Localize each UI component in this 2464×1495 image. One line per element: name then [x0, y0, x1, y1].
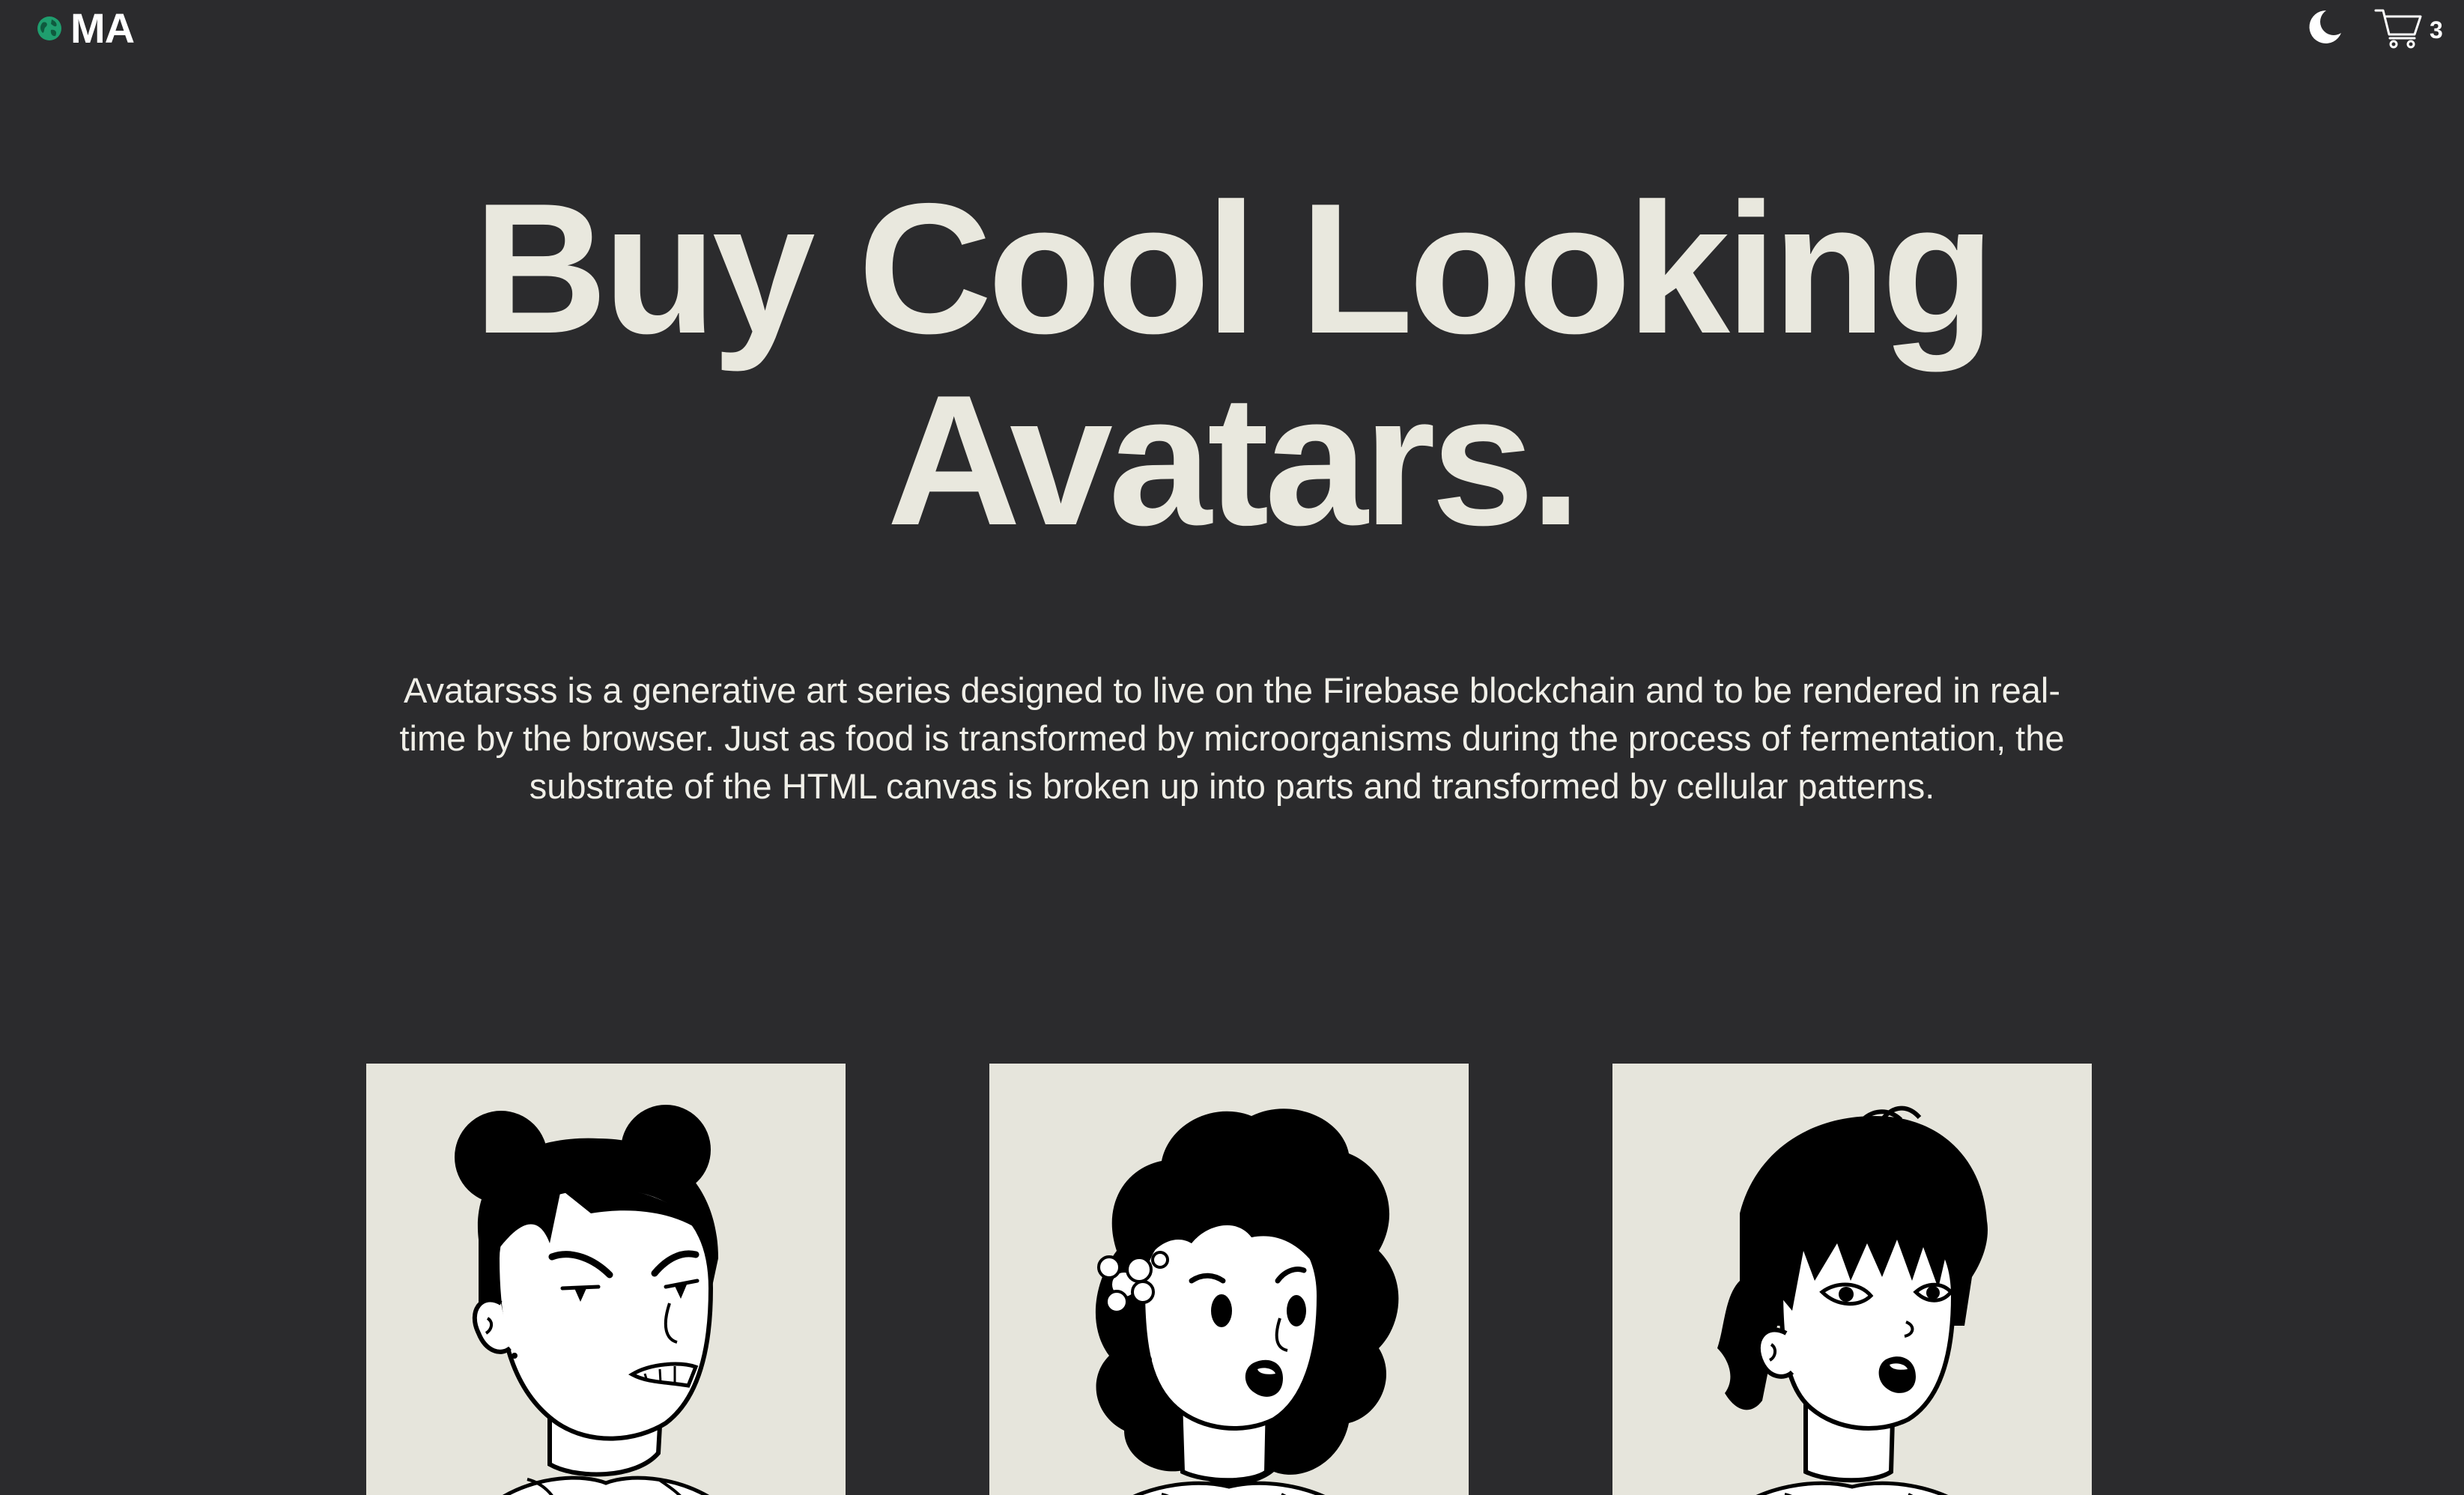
avatar-card-curly-hair[interactable] [989, 1064, 1469, 1495]
cart-count-badge: 3 [2430, 16, 2443, 43]
hero-title-line-2: Avatars. [887, 356, 1582, 564]
brand-text: MA [70, 4, 135, 52]
top-nav: MA 3 [0, 0, 2464, 60]
page: MA 3 Buy Cool Looking Avatars. Avatarsss… [0, 0, 2464, 1495]
brand-link[interactable]: MA [36, 4, 135, 52]
avatar-card-short-hair[interactable] [1612, 1064, 2092, 1495]
hero-description: Avatarsss is a generative art series des… [399, 670, 2065, 806]
avatar-card-bun-hair[interactable] [366, 1064, 846, 1495]
globe-icon [37, 16, 61, 40]
hero-title: Buy Cool Looking Avatars. [0, 172, 2464, 556]
cart-button[interactable]: 3 [2374, 6, 2443, 51]
avatar-grid [0, 1064, 2464, 1495]
hero-title-line-1: Buy Cool Looking [473, 164, 1995, 372]
avatar-short-hair-illustration [1717, 1106, 1988, 1495]
theme-toggle-button[interactable] [2301, 4, 2346, 49]
moon-icon [2309, 10, 2341, 43]
avatar-bun-hair-illustration [455, 1105, 718, 1495]
cart-icon [2374, 9, 2422, 49]
avatar-curly-hair-illustration [1095, 1109, 1399, 1495]
